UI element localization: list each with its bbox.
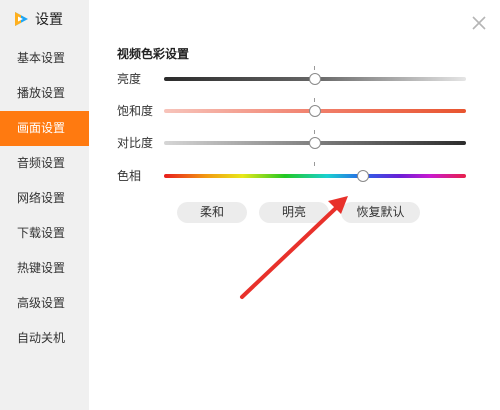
sidebar-item-display[interactable]: 画面设置: [0, 111, 89, 146]
contrast-slider-thumb[interactable]: [309, 137, 321, 149]
contrast-center-tick: [314, 130, 315, 134]
brightness-label: 亮度: [117, 72, 142, 86]
app-title: 设置: [35, 12, 63, 28]
tencent-video-logo-icon: [15, 12, 28, 26]
hue-slider-thumb[interactable]: [357, 170, 370, 182]
saturation-slider-thumb[interactable]: [309, 105, 321, 117]
sidebar-item-auto-shutdown[interactable]: 自动关机: [0, 321, 89, 356]
brightness-center-tick: [314, 66, 315, 70]
hue-slider-track[interactable]: [164, 174, 466, 178]
sidebar-item-download[interactable]: 下载设置: [0, 216, 89, 251]
restore-default-button[interactable]: 恢复默认: [341, 202, 420, 223]
sidebar-item-playback[interactable]: 播放设置: [0, 76, 89, 111]
video-color-section-title: 视频色彩设置: [117, 47, 190, 61]
close-icon[interactable]: [470, 14, 488, 32]
hue-label: 色相: [117, 169, 142, 183]
sidebar-item-advanced[interactable]: 高级设置: [0, 286, 89, 321]
sidebar-item-audio[interactable]: 音频设置: [0, 146, 89, 181]
saturation-center-tick: [314, 98, 315, 102]
saturation-label: 饱和度: [117, 104, 154, 118]
brightness-slider-thumb[interactable]: [309, 73, 321, 85]
app-header: 设置: [12, 8, 63, 30]
bright-preset-button[interactable]: 明亮: [259, 202, 329, 223]
soft-preset-button[interactable]: 柔和: [177, 202, 247, 223]
sidebar-item-basic[interactable]: 基本设置: [0, 41, 89, 76]
sidebar-item-hotkey[interactable]: 热键设置: [0, 251, 89, 286]
sidebar: 设置 基本设置 播放设置 画面设置 音频设置 网络设置 下载设置 热键设置 高级…: [0, 0, 89, 410]
hue-center-tick: [314, 162, 315, 166]
sidebar-nav: 基本设置 播放设置 画面设置 音频设置 网络设置 下载设置 热键设置 高级设置 …: [0, 41, 89, 356]
contrast-label: 对比度: [117, 136, 154, 150]
sidebar-item-network[interactable]: 网络设置: [0, 181, 89, 216]
